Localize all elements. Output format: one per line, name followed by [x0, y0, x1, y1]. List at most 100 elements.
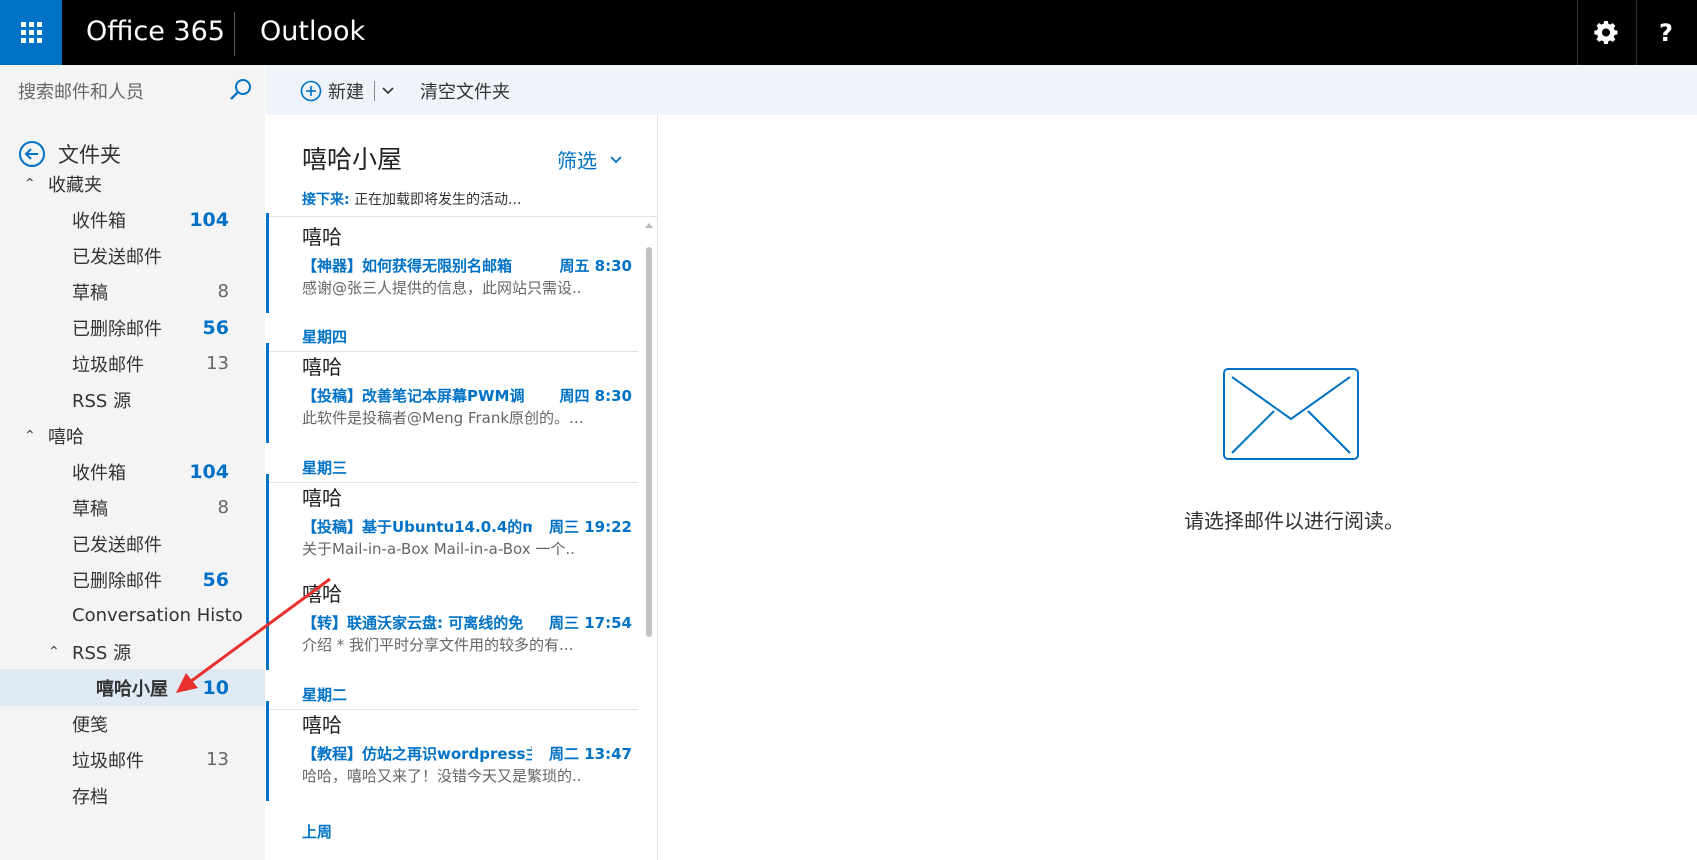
chevron-down-icon: [610, 155, 622, 163]
message-item[interactable]: 嘻哈 【教程】仿站之再识wordpress主 周二 13:47 哈哈，嘻哈又来了…: [266, 701, 638, 801]
item-count: 8: [217, 497, 229, 518]
message-item[interactable]: 嘻哈 【转】联通沃家云盘: 可离线的免 周三 17:54 介绍 * 我们平时分享…: [266, 570, 638, 670]
new-button[interactable]: 新建: [300, 78, 395, 104]
folder-label: RSS 源: [72, 642, 132, 664]
message-preview: 感谢@张三人提供的信息，此网站只需设..: [302, 279, 582, 297]
message-time: 周二 13:47: [549, 745, 632, 763]
top-bar: Office 365 Outlook ?: [0, 0, 1697, 65]
folder-label: 草稿: [72, 282, 108, 304]
message-sender: 嘻哈: [302, 225, 342, 249]
folder-drafts[interactable]: 草稿 8: [0, 489, 265, 526]
folder-deleted[interactable]: 已删除邮件 56: [0, 561, 265, 598]
chevron-up-icon[interactable]: ⌃: [24, 428, 36, 444]
folder-archive[interactable]: 存档: [0, 777, 265, 814]
folder-label: RSS 源: [72, 390, 132, 412]
folder-label: 收件箱: [72, 462, 126, 484]
favorites-group-header[interactable]: ⌃ 收藏夹: [0, 165, 265, 202]
message-sender: 嘻哈: [302, 713, 342, 737]
message-preview: 此软件是投稿者@Meng Frank原创的。...: [302, 409, 584, 427]
message-time: 周五 8:30: [559, 257, 632, 275]
message-sender: 嘻哈: [302, 355, 342, 379]
folder-favorites-inbox[interactable]: 收件箱 104: [0, 201, 265, 238]
item-count: 13: [206, 353, 229, 374]
divider: [234, 12, 235, 56]
message-item[interactable]: 嘻哈 【投稿】基于Ubuntu14.0.4的m 周三 19:22 关于Mail-…: [266, 474, 638, 574]
search-box[interactable]: 搜索邮件和人员: [0, 65, 265, 115]
filter-label: 筛选: [557, 149, 597, 173]
plus-circle-icon: [300, 80, 322, 102]
account-group-header[interactable]: ⌃ 嘻哈: [0, 417, 265, 454]
message-subject: 【投稿】基于Ubuntu14.0.4的m: [302, 518, 532, 536]
message-subject: 【转】联通沃家云盘: 可离线的免: [302, 614, 524, 632]
item-count: 13: [206, 749, 229, 770]
folder-label: 已删除邮件: [72, 570, 162, 592]
account-label: 嘻哈: [48, 426, 84, 448]
folder-junk[interactable]: 垃圾邮件 13: [0, 741, 265, 778]
item-count: 8: [217, 281, 229, 302]
folder-sent[interactable]: 已发送邮件: [0, 525, 265, 562]
upcoming-events[interactable]: 接下来: 正在加载即将发生的活动...: [302, 189, 521, 209]
gear-icon: [1594, 20, 1618, 44]
message-item[interactable]: 嘻哈 【神器】如何获得无限别名邮箱 周五 8:30 感谢@张三人提供的信息，此网…: [266, 213, 638, 313]
list-title: 嘻哈小屋: [302, 145, 403, 174]
chevron-up-icon[interactable]: ⌃: [48, 644, 60, 660]
reading-pane: 请选择邮件以进行阅读。: [659, 115, 1697, 860]
brand-title[interactable]: Office 365: [86, 16, 225, 47]
folder-label: 已删除邮件: [72, 318, 162, 340]
folder-label: 嘻哈小屋: [96, 678, 168, 700]
folder-label: 已发送邮件: [72, 534, 162, 556]
settings-button[interactable]: [1577, 0, 1635, 65]
search-icon[interactable]: [228, 77, 254, 103]
waffle-icon: [20, 22, 42, 43]
back-arrow-icon[interactable]: [18, 140, 46, 168]
search-input[interactable]: 搜索邮件和人员: [18, 78, 144, 104]
message-subject: 【神器】如何获得无限别名邮箱: [302, 257, 513, 275]
folder-label: 存档: [72, 786, 108, 808]
folder-favorites-rss[interactable]: RSS 源: [0, 381, 265, 418]
upcoming-label: 接下来:: [302, 192, 350, 208]
new-label: 新建: [328, 82, 364, 103]
message-subject: 【教程】仿站之再识wordpress主: [302, 745, 532, 763]
folder-label: 便笺: [72, 714, 108, 736]
folder-inbox[interactable]: 收件箱 104: [0, 453, 265, 490]
folder-favorites-junk[interactable]: 垃圾邮件 13: [0, 345, 265, 382]
app-launcher-button[interactable]: [0, 0, 62, 65]
day-header: 上周: [302, 823, 333, 841]
envelope-icon: [1223, 368, 1359, 460]
chevron-up-icon[interactable]: ⌃: [24, 176, 36, 192]
app-name[interactable]: Outlook: [260, 16, 365, 47]
unread-count: 56: [202, 568, 229, 591]
folder-notes[interactable]: 便笺: [0, 705, 265, 742]
filter-button[interactable]: 筛选: [557, 145, 623, 174]
folder-rss[interactable]: ⌃ RSS 源: [0, 633, 265, 670]
folder-rss-xiha-xiaowu[interactable]: 嘻哈小屋 10: [0, 669, 265, 706]
message-time: 周三 19:22: [549, 518, 632, 536]
message-sender: 嘻哈: [302, 582, 342, 606]
command-bar: 新建 清空文件夹: [266, 65, 1697, 115]
folder-favorites-drafts[interactable]: 草稿 8: [0, 273, 265, 310]
message-sender: 嘻哈: [302, 486, 342, 510]
folder-conversation-history[interactable]: Conversation Histo: [0, 597, 265, 634]
folder-favorites-sent[interactable]: 已发送邮件: [0, 237, 265, 274]
favorites-label: 收藏夹: [48, 174, 102, 196]
folder-pane: 搜索邮件和人员 文件夹 ⌃ 收藏夹 收件箱 104 已发送邮件 草稿 8 已删除…: [0, 65, 265, 860]
scrollbar-thumb[interactable]: [646, 247, 652, 637]
message-time: 周三 17:54: [549, 614, 632, 632]
message-list: 嘻哈小屋 筛选 接下来: 正在加载即将发生的活动... 嘻哈 【神器】如何获得无…: [266, 115, 658, 860]
chevron-down-icon[interactable]: [381, 84, 395, 98]
message-time: 周四 8:30: [559, 387, 632, 405]
divider: [374, 81, 375, 101]
help-button[interactable]: ?: [1637, 0, 1695, 65]
clear-folder-button[interactable]: 清空文件夹: [420, 78, 510, 104]
folder-label: 收件箱: [72, 210, 126, 232]
unread-count: 56: [202, 316, 229, 339]
folder-favorites-deleted[interactable]: 已删除邮件 56: [0, 309, 265, 346]
message-preview: 关于Mail-in-a-Box Mail-in-a-Box 一个..: [302, 540, 575, 558]
message-preview: 介绍 * 我们平时分享文件用的较多的有...: [302, 636, 574, 654]
message-item[interactable]: 嘻哈 【投稿】改善笔记本屏幕PWM调 周四 8:30 此软件是投稿者@Meng …: [266, 343, 638, 443]
folder-label: 垃圾邮件: [72, 750, 144, 772]
empty-reading-message: 请选择邮件以进行阅读。: [1184, 509, 1404, 533]
message-preview: 哈哈，嘻哈又来了！没错今天又是繁琐的..: [302, 767, 582, 785]
scroll-up-arrow[interactable]: [645, 223, 653, 228]
message-subject: 【投稿】改善笔记本屏幕PWM调: [302, 387, 525, 405]
